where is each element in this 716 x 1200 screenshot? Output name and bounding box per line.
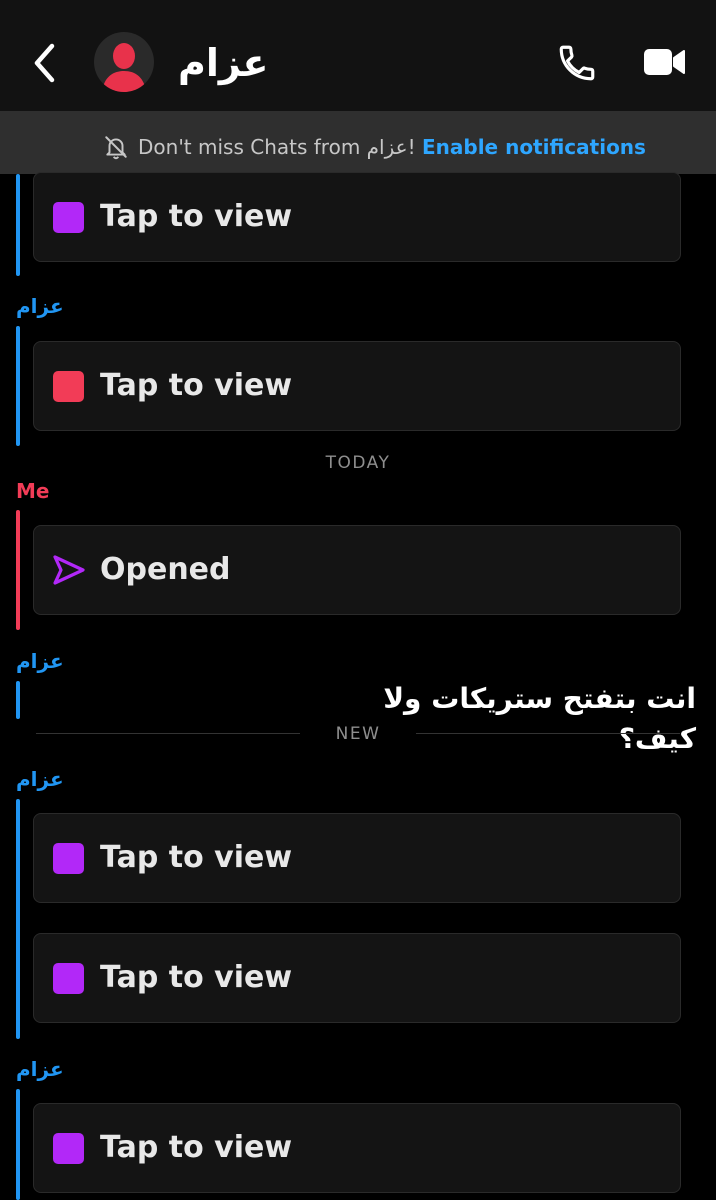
snap-card[interactable]: Tap to view	[33, 172, 681, 262]
snap-purple-icon	[53, 843, 84, 874]
new-divider: NEW	[335, 724, 381, 744]
sent-snap-card[interactable]: Opened	[33, 525, 681, 615]
phone-icon	[559, 45, 595, 81]
sender-bar	[16, 326, 20, 446]
video-call-button[interactable]	[642, 44, 686, 80]
back-button[interactable]	[28, 40, 64, 86]
sender-name: عزام	[16, 294, 64, 318]
snap-label: Tap to view	[100, 960, 293, 995]
sender-name: عزام	[16, 649, 64, 673]
snap-label: Tap to view	[100, 840, 293, 875]
sender-name-me: Me	[16, 479, 50, 503]
text-message[interactable]: انت بتفتح ستريكات ولا كيف؟	[300, 679, 696, 755]
sender-name: عزام	[16, 1057, 64, 1081]
chevron-left-icon	[34, 43, 55, 83]
snap-status-label: Opened	[100, 552, 231, 587]
snap-card[interactable]: Tap to view	[33, 1103, 681, 1193]
snap-card[interactable]: Tap to view	[33, 933, 681, 1023]
banner-message: Don't miss Chats from عزام!	[138, 135, 416, 159]
snap-label: Tap to view	[100, 1130, 293, 1165]
date-divider: TODAY	[325, 453, 391, 473]
sender-bar	[16, 510, 20, 630]
bell-off-icon	[103, 134, 129, 160]
sender-bar	[16, 799, 20, 1039]
call-button[interactable]	[556, 42, 598, 84]
snap-label: Tap to view	[100, 199, 293, 234]
snap-card[interactable]: Tap to view	[33, 341, 681, 431]
banner-text-row: Don't miss Chats from عزام! Enable notif…	[138, 131, 646, 163]
snap-card[interactable]: Tap to view	[33, 813, 681, 903]
snap-purple-icon	[53, 963, 84, 994]
snap-red-icon	[53, 371, 84, 402]
enable-notifications-link[interactable]: Enable notifications	[422, 135, 646, 159]
sender-bar	[16, 681, 20, 719]
video-camera-icon	[644, 49, 685, 75]
contact-name[interactable]: عزام	[178, 38, 268, 88]
snap-purple-icon	[53, 1133, 84, 1164]
sender-name: عزام	[16, 767, 64, 791]
sender-bar	[16, 1089, 20, 1200]
avatar[interactable]	[94, 32, 154, 92]
opened-arrow-icon	[53, 555, 85, 585]
snap-label: Tap to view	[100, 368, 293, 403]
sender-bar	[16, 174, 20, 276]
snap-purple-icon	[53, 202, 84, 233]
user-silhouette-icon	[102, 43, 146, 92]
